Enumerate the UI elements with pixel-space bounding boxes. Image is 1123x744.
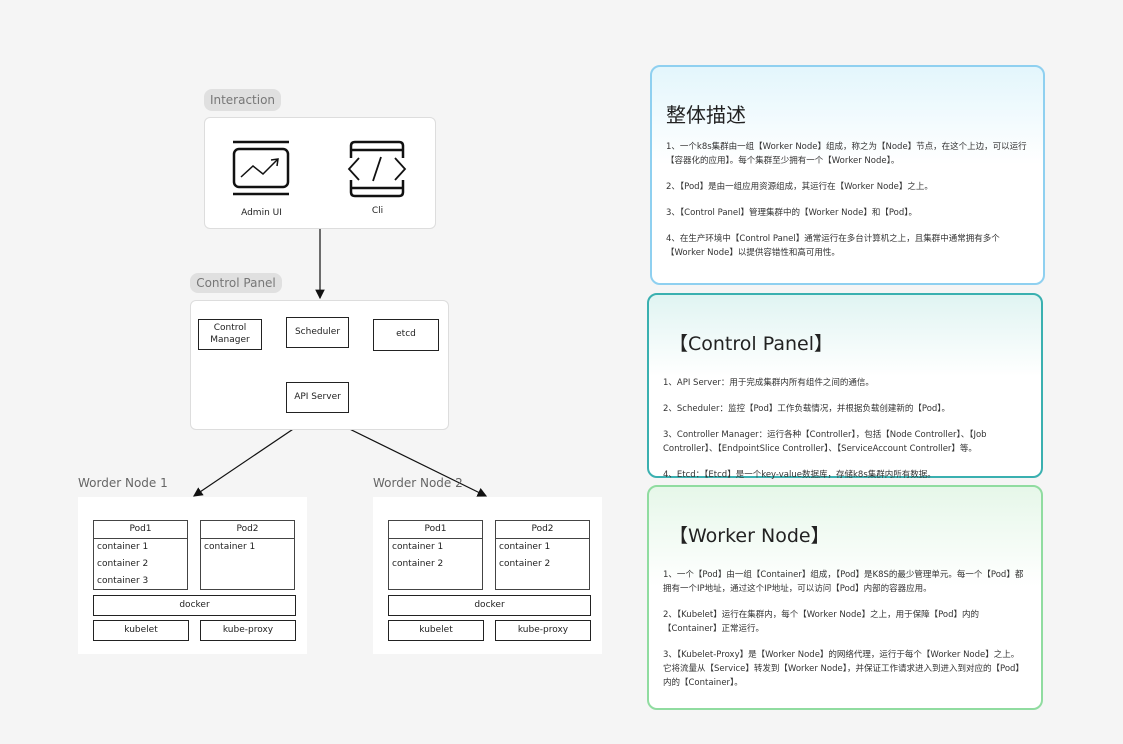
interaction-group: Admin UI Cli [204,117,436,229]
pod-name: Pod2 [201,521,294,539]
admin-ui-label: Admin UI [241,208,282,218]
description-card-3: 【Worker Node】 1、一个【Pod】由一组【Container】组成，【… [647,485,1043,710]
pod-name: Pod2 [496,521,589,539]
worker-node-label: Worder Node 1 [78,476,168,490]
card-paragraph: 4、Etcd：【Etcd】是一个key-value数据库，存储k8s集群内所有数… [663,470,936,480]
control-panel-label: Control Panel [190,273,282,293]
description-card-1: 整体描述 1、一个k8s集群由一组【Worker Node】组成，称之为【Node… [650,65,1045,285]
cli-label: Cli [371,206,384,216]
container-item: container 1 [392,542,444,552]
pod-box: Pod1 container 1 container 2 container 3 [93,520,188,590]
card-paragraph: 3、Controller Manager：运行各种【Controller】，包括… [663,430,987,454]
card-paragraph: 4、在生产环境中【Control Panel】通常运行在多台计算机之上，且集群中… [666,234,1000,258]
pod-name: Pod1 [94,521,187,539]
card-title: 【Control Panel】 [669,333,833,355]
card-paragraph: 1、一个k8s集群由一组【Worker Node】组成，称之为【Node】节点，… [666,142,1027,166]
container-item: container 2 [392,559,444,569]
kube-proxy-box: kube-proxy [495,620,591,641]
pod-box: Pod1 container 1 container 2 [388,520,483,590]
docker-box: docker [93,595,296,616]
card-paragraph: 2、Scheduler：监控【Pod】工作负载情况，并根据负载创建新的【Pod】… [663,404,951,414]
docker-box: docker [388,595,591,616]
control-manager-box: Control Manager [198,319,262,350]
pod-box: Pod2 container 1 container 2 [495,520,590,590]
kubelet-box: kubelet [388,620,484,641]
container-item: container 2 [97,559,149,569]
card-title: 【Worker Node】 [669,525,830,547]
kubelet-box: kubelet [93,620,189,641]
card-paragraph: 1、API Server：用于完成集群内所有组件之间的通信。 [663,378,874,388]
chart-monitor-icon [231,140,291,196]
scheduler-box: Scheduler [286,317,349,348]
container-item: container 1 [97,542,149,552]
container-item: container 3 [97,576,149,586]
container-item: container 1 [499,542,551,552]
card-paragraph: 1、一个【Pod】由一组【Container】组成，【Pod】是K8S的最少管理… [663,570,1024,594]
api-server-box: API Server [286,382,349,413]
pod-box: Pod2 container 1 [200,520,295,590]
description-card-2: 【Control Panel】 1、API Server：用于完成集群内所有组件之… [647,293,1043,480]
card-title: 整体描述 [666,103,746,127]
kube-proxy-box: kube-proxy [200,620,296,641]
etcd-box: etcd [373,319,439,351]
card-paragraph: 3、【Kubelet-Proxy】是【Worker Node】的网络代理，运行于… [663,650,1024,688]
card-paragraph: 3、【Control Panel】管理集群中的【Worker Node】和【Po… [666,208,918,218]
pod-name: Pod1 [389,521,482,539]
worker-node-label: Worder Node 2 [373,476,463,490]
container-item: container 2 [499,559,551,569]
card-paragraph: 2、【Kubelet】运行在集群内，每个【Worker Node】之上，用于保障… [663,610,979,634]
container-item: container 1 [204,542,256,552]
card-paragraph: 2、【Pod】是由一组应用资源组成，其运行在【Worker Node】之上。 [666,182,933,192]
code-icon [347,140,409,198]
interaction-label: Interaction [204,89,281,111]
